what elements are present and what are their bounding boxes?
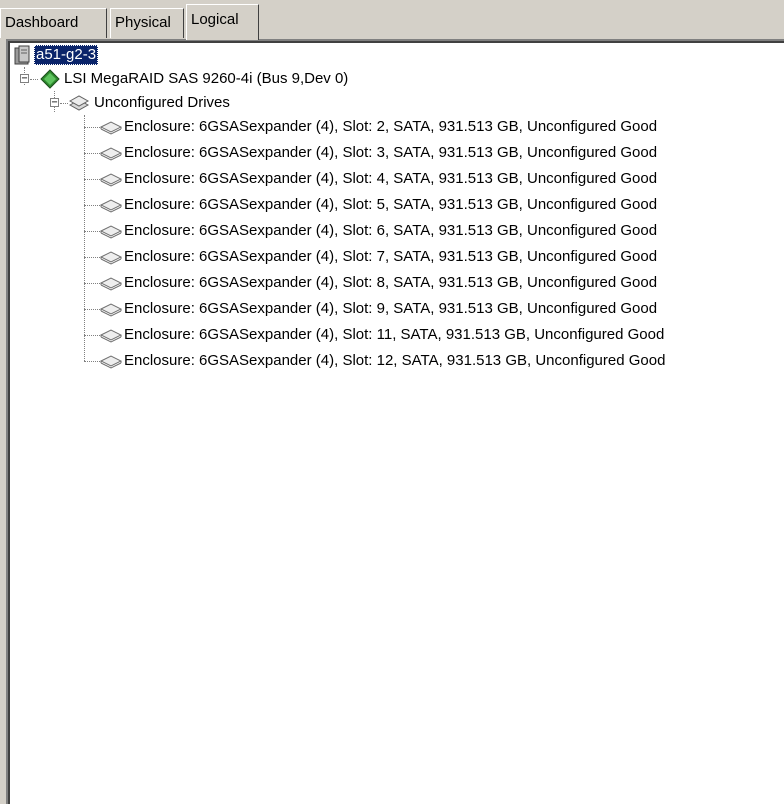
tree-panel: a51-g2-3 − LSI MegaRAID SAS 9260-4i (Bus… (6, 39, 784, 804)
drive-item-label: Enclosure: 6GSASexpander (4), Slot: 11, … (124, 326, 665, 343)
tree-line (84, 361, 100, 362)
server-icon (14, 45, 30, 65)
hard-drive-icon (100, 251, 122, 265)
tab-physical-label: Physical (115, 14, 171, 31)
drive-item-label: Enclosure: 6GSASexpander (4), Slot: 4, S… (124, 170, 658, 187)
tree-node-unconfigured-drives-label: Unconfigured Drives (94, 94, 230, 111)
tab-logical[interactable]: Logical (186, 4, 259, 40)
collapse-toggle[interactable]: − (20, 74, 29, 84)
drive-item-label: Enclosure: 6GSASexpander (4), Slot: 3, S… (124, 144, 658, 161)
tab-dashboard-label: Dashboard (5, 14, 79, 31)
tree-line (84, 257, 100, 258)
tree-line (84, 335, 100, 336)
drive-item-label: Enclosure: 6GSASexpander (4), Slot: 8, S… (124, 274, 658, 291)
hard-drive-icon (100, 173, 122, 187)
tree-line (84, 283, 100, 284)
tree-line (84, 153, 100, 154)
tab-dashboard[interactable]: Dashboard (0, 8, 107, 38)
drive-group-icon (68, 95, 90, 111)
tab-physical[interactable]: Physical (110, 8, 184, 38)
tree-line (84, 205, 100, 206)
tree-node-controller-label: LSI MegaRAID SAS 9260-4i (Bus 9,Dev 0) (64, 70, 349, 87)
hard-drive-icon (100, 121, 122, 135)
drive-item-label: Enclosure: 6GSASexpander (4), Slot: 5, S… (124, 196, 658, 213)
drive-item-label: Enclosure: 6GSASexpander (4), Slot: 12, … (124, 352, 666, 369)
tree-line (84, 231, 100, 232)
tree-line (84, 115, 85, 361)
hard-drive-icon (100, 199, 122, 213)
hard-drive-icon (100, 147, 122, 161)
drive-item-label: Enclosure: 6GSASexpander (4), Slot: 9, S… (124, 300, 658, 317)
drive-item-label: Enclosure: 6GSASexpander (4), Slot: 2, S… (124, 118, 658, 135)
hard-drive-icon (100, 303, 122, 317)
hard-drive-icon (100, 355, 122, 369)
tab-strip: Dashboard Physical Logical (0, 0, 784, 40)
collapse-toggle[interactable]: − (50, 98, 59, 108)
drive-item-label: Enclosure: 6GSASexpander (4), Slot: 7, S… (124, 248, 658, 265)
tree-line (60, 103, 68, 104)
tree-node-root-label: a51-g2-3 (34, 45, 99, 65)
tab-logical-label: Logical (191, 11, 239, 28)
tree-line (30, 79, 38, 80)
logical-tree[interactable]: a51-g2-3 − LSI MegaRAID SAS 9260-4i (Bus… (9, 42, 784, 804)
hard-drive-icon (100, 277, 122, 291)
drive-item-label: Enclosure: 6GSASexpander (4), Slot: 6, S… (124, 222, 658, 239)
tree-line (84, 309, 100, 310)
controller-diamond-icon (40, 69, 60, 89)
tree-line (84, 179, 100, 180)
hard-drive-icon (100, 329, 122, 343)
hard-drive-icon (100, 225, 122, 239)
tree-line (84, 127, 100, 128)
